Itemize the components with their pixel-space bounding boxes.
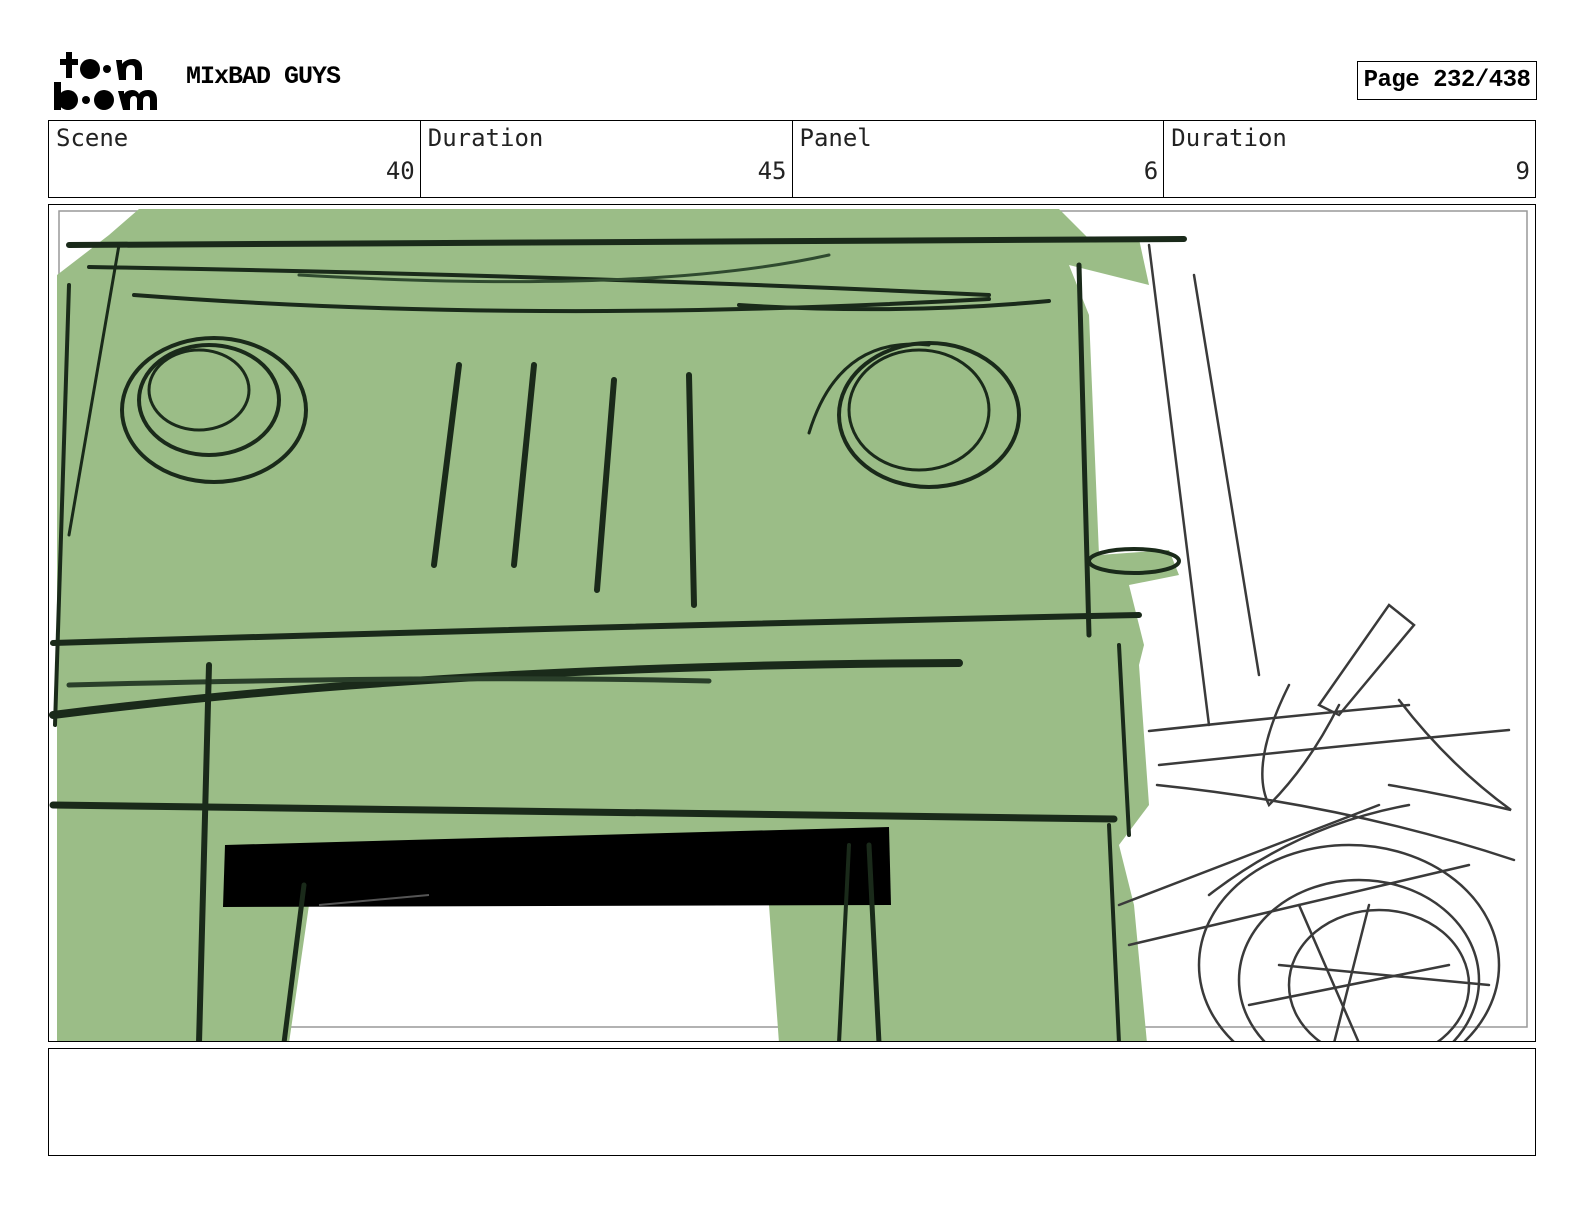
- panel-duration-value: 9: [1515, 157, 1530, 185]
- panel-sketch: [49, 209, 1528, 1041]
- storyboard-panel: [48, 204, 1536, 1042]
- scene-value: 40: [385, 157, 415, 185]
- panel-duration-cell: Duration 9: [1164, 121, 1535, 197]
- scene-duration-label: Duration: [427, 124, 544, 152]
- scene-cell: Scene 40: [49, 121, 421, 197]
- scene-duration-cell: Duration 45: [421, 121, 793, 197]
- panel-duration-label: Duration: [1171, 124, 1287, 152]
- page-indicator: Page 232/438: [1357, 61, 1537, 100]
- panel-notes: [48, 1048, 1536, 1156]
- panel-cell: Panel 6: [793, 121, 1165, 197]
- panel-value: 6: [1143, 157, 1159, 185]
- project-title: MIxBAD GUYS: [186, 62, 341, 91]
- panel-label: Panel: [799, 124, 872, 152]
- scene-duration-value: 45: [757, 157, 787, 185]
- scene-label: Scene: [56, 124, 129, 152]
- toonboom-logo: [54, 52, 157, 110]
- scene-info-table: Scene 40 Duration 45 Panel 6 Duration 9: [48, 120, 1536, 198]
